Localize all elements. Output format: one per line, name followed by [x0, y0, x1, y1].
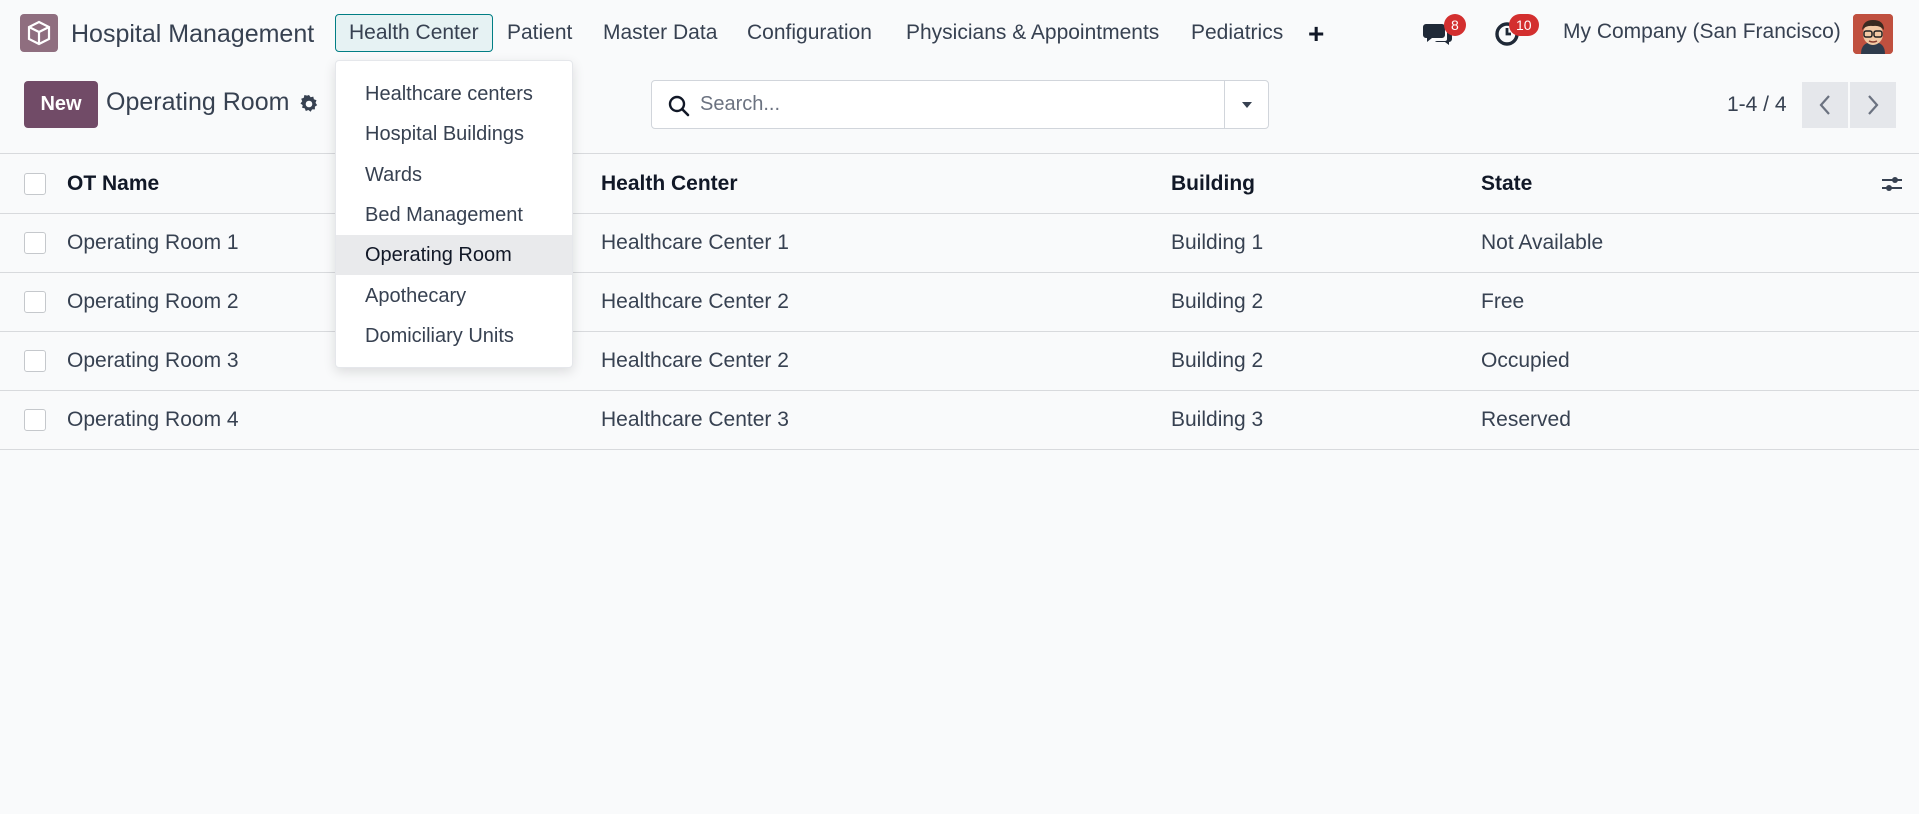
menu-pediatrics[interactable]: Pediatrics: [1178, 14, 1296, 52]
page-title: Operating Room: [106, 88, 290, 116]
activities-badge: 10: [1509, 14, 1539, 36]
dropdown-item-wards[interactable]: Wards: [336, 155, 572, 195]
cell-state[interactable]: Occupied: [1481, 332, 1570, 390]
menu-configuration[interactable]: Configuration: [734, 14, 885, 52]
table-row[interactable]: Operating Room 3 Healthcare Center 2 Bui…: [0, 332, 1919, 391]
cell-health-center[interactable]: Healthcare Center 1: [601, 214, 789, 272]
company-switcher[interactable]: My Company (San Francisco): [1563, 20, 1841, 44]
row-checkbox[interactable]: [24, 350, 46, 372]
plus-icon[interactable]: +: [1308, 18, 1324, 50]
dropdown-item-bed-management[interactable]: Bed Management: [336, 195, 572, 235]
messages-badge: 8: [1444, 14, 1466, 36]
cell-building[interactable]: Building 2: [1171, 273, 1263, 331]
column-header-building[interactable]: Building: [1171, 154, 1255, 213]
app-logo-icon[interactable]: [20, 14, 58, 52]
row-checkbox[interactable]: [24, 232, 46, 254]
user-avatar[interactable]: [1853, 14, 1893, 54]
cell-state[interactable]: Reserved: [1481, 391, 1571, 449]
search-input[interactable]: [700, 81, 1210, 128]
table-row[interactable]: Operating Room 1 Healthcare Center 1 Bui…: [0, 214, 1919, 273]
cell-ot-name[interactable]: Operating Room 4: [67, 391, 239, 449]
chevron-right-icon: [1868, 95, 1879, 115]
app-name[interactable]: Hospital Management: [71, 20, 314, 49]
menu-physicians-appointments[interactable]: Physicians & Appointments: [893, 14, 1172, 52]
cell-health-center[interactable]: Healthcare Center 2: [601, 332, 789, 390]
search-icon: [668, 95, 690, 122]
cell-building[interactable]: Building 2: [1171, 332, 1263, 390]
cell-state[interactable]: Not Available: [1481, 214, 1603, 272]
cell-state[interactable]: Free: [1481, 273, 1524, 331]
chevron-left-icon: [1819, 95, 1830, 115]
pager-next-button[interactable]: [1850, 82, 1896, 128]
column-header-health-center[interactable]: Health Center: [601, 154, 738, 213]
row-checkbox[interactable]: [24, 291, 46, 313]
column-header-ot-name[interactable]: OT Name: [67, 154, 159, 213]
column-options-icon[interactable]: [1880, 154, 1904, 213]
list-table: OT Name Health Center Building State Ope…: [0, 153, 1919, 450]
cell-ot-name[interactable]: Operating Room 3: [67, 332, 239, 390]
cell-health-center[interactable]: Healthcare Center 3: [601, 391, 789, 449]
dropdown-item-domiciliary-units[interactable]: Domiciliary Units: [336, 316, 572, 356]
new-button[interactable]: New: [24, 81, 98, 128]
cell-health-center[interactable]: Healthcare Center 2: [601, 273, 789, 331]
cell-building[interactable]: Building 3: [1171, 391, 1263, 449]
menu-health-center[interactable]: Health Center: [335, 14, 493, 52]
health-center-dropdown: Healthcare centers Hospital Buildings Wa…: [335, 60, 573, 368]
menu-master-data[interactable]: Master Data: [590, 14, 730, 52]
dropdown-item-healthcare-centers[interactable]: Healthcare centers: [336, 74, 572, 114]
table-header-row: OT Name Health Center Building State: [0, 153, 1919, 214]
gear-icon[interactable]: [299, 94, 319, 119]
column-header-state[interactable]: State: [1481, 154, 1532, 213]
pager-value[interactable]: 1-4 / 4: [1727, 93, 1787, 117]
pager-previous-button[interactable]: [1802, 82, 1848, 128]
select-all-checkbox[interactable]: [24, 172, 46, 195]
dropdown-item-hospital-buildings[interactable]: Hospital Buildings: [336, 114, 572, 154]
menu-patient[interactable]: Patient: [494, 14, 585, 52]
row-checkbox[interactable]: [24, 409, 46, 431]
table-row[interactable]: Operating Room 4 Healthcare Center 3 Bui…: [0, 391, 1919, 450]
cell-ot-name[interactable]: Operating Room 1: [67, 214, 239, 272]
table-row[interactable]: Operating Room 2 Healthcare Center 2 Bui…: [0, 273, 1919, 332]
top-navbar: Hospital Management Health Center Patien…: [0, 0, 1919, 68]
search-bar: [651, 80, 1269, 129]
cell-ot-name[interactable]: Operating Room 2: [67, 273, 239, 331]
search-options-toggle[interactable]: [1224, 81, 1268, 128]
caret-down-icon: [1241, 101, 1252, 108]
dropdown-item-apothecary[interactable]: Apothecary: [336, 276, 572, 316]
cell-building[interactable]: Building 1: [1171, 214, 1263, 272]
dropdown-item-operating-room[interactable]: Operating Room: [336, 235, 572, 275]
